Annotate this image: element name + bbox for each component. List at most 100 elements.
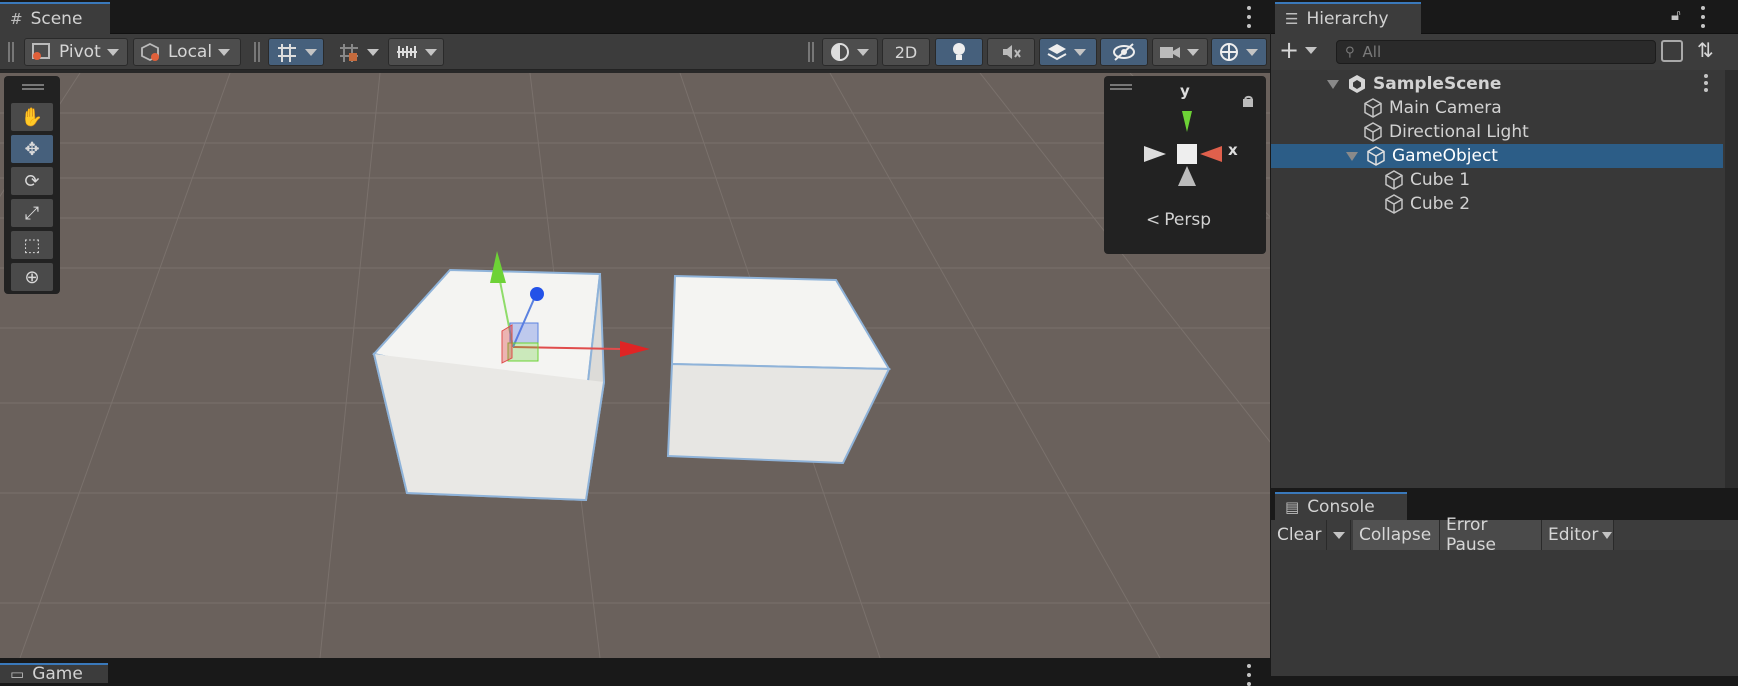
plus-icon: + bbox=[1279, 36, 1300, 64]
scale-icon: ⤢ bbox=[24, 202, 40, 224]
gizmo-neg-z-cone bbox=[1178, 166, 1196, 186]
scene-viewport[interactable] bbox=[0, 73, 1270, 658]
y-axis-arrow[interactable] bbox=[490, 251, 506, 283]
shading-mode-dropdown[interactable] bbox=[822, 38, 878, 66]
grid-snap-toggle[interactable] bbox=[268, 38, 324, 66]
move-tool-button[interactable]: ✥ bbox=[11, 135, 53, 163]
axis-y-label[interactable]: y bbox=[1180, 82, 1190, 100]
hierarchy-menu-icon[interactable] bbox=[1698, 6, 1708, 28]
move-arrows-icon: ✥ bbox=[24, 138, 40, 160]
rect-icon: ⬚ bbox=[23, 234, 41, 256]
create-button[interactable]: + bbox=[1279, 36, 1318, 64]
chevron-down-icon bbox=[857, 48, 869, 56]
gizmos-dropdown[interactable] bbox=[1211, 38, 1267, 66]
game-menu-icon[interactable] bbox=[1244, 664, 1254, 686]
xy-plane-handle[interactable] bbox=[509, 322, 539, 344]
lighting-toggle[interactable] bbox=[935, 38, 983, 66]
scale-tool-button[interactable]: ⤢ bbox=[11, 199, 53, 227]
console-log-area[interactable] bbox=[1271, 550, 1738, 676]
chevron-down-icon bbox=[305, 48, 317, 56]
scene-row-menu-icon[interactable] bbox=[1701, 74, 1711, 92]
tab-hierarchy[interactable]: ☰ Hierarchy bbox=[1275, 2, 1421, 34]
chevron-down-icon bbox=[1246, 48, 1258, 56]
fold-open-icon[interactable] bbox=[1327, 79, 1339, 89]
editor-dropdown[interactable]: Editor bbox=[1542, 520, 1614, 550]
search-mode-icon[interactable] bbox=[1661, 40, 1683, 62]
gameobject-cube-icon bbox=[1367, 146, 1385, 166]
tab-console[interactable]: ▤ Console bbox=[1275, 492, 1407, 520]
collapse-toggle[interactable]: Collapse bbox=[1353, 520, 1440, 550]
axis-x-label[interactable]: x bbox=[1228, 141, 1238, 159]
audio-toggle[interactable] bbox=[987, 38, 1035, 66]
z-axis-arrow[interactable] bbox=[530, 287, 544, 301]
toolbar-grip-icon[interactable] bbox=[808, 42, 814, 62]
search-placeholder: All bbox=[1362, 43, 1382, 61]
toolbar-grip-icon[interactable] bbox=[8, 42, 14, 62]
mode-2d-button[interactable]: 2D bbox=[882, 38, 930, 66]
snap-grid-icon bbox=[340, 44, 358, 62]
effects-dropdown[interactable] bbox=[1039, 38, 1097, 66]
hierarchy-item-label: Main Camera bbox=[1389, 98, 1502, 118]
ruler-toggle[interactable] bbox=[388, 38, 444, 66]
rotate-icon: ⟳ bbox=[24, 170, 40, 192]
local-dropdown[interactable]: Local bbox=[133, 38, 241, 66]
gameobject-cube-icon bbox=[1364, 122, 1382, 142]
hierarchy-item-label: Cube 1 bbox=[1410, 170, 1471, 190]
error-pause-label: Error Pause bbox=[1446, 515, 1496, 555]
toolbar-grip-icon[interactable] bbox=[254, 42, 260, 62]
camera-dropdown[interactable] bbox=[1152, 38, 1208, 66]
hierarchy-item-cube-2[interactable]: Cube 2 bbox=[1271, 192, 1723, 216]
hierarchy-item-directional-light[interactable]: Directional Light bbox=[1271, 120, 1723, 144]
gameobject-cube-icon bbox=[1385, 170, 1403, 190]
chevron-down-icon bbox=[1332, 531, 1345, 539]
gizmo-neg-x-cone bbox=[1144, 146, 1166, 162]
shading-sphere-icon bbox=[831, 43, 849, 61]
lock-icon[interactable]: 🔓︎ bbox=[1671, 6, 1681, 24]
cube-1-mesh[interactable] bbox=[372, 268, 606, 502]
hierarchy-item-cube-1[interactable]: Cube 1 bbox=[1271, 168, 1723, 192]
sort-icon[interactable]: ⇅ bbox=[1697, 38, 1714, 62]
pivot-dropdown[interactable]: Pivot bbox=[24, 38, 128, 66]
yz-plane-handle[interactable] bbox=[501, 324, 513, 364]
hierarchy-search-input[interactable]: ⚲ All bbox=[1336, 40, 1656, 64]
tab-game[interactable]: ▭ Game bbox=[0, 663, 108, 684]
hand-tool-button[interactable]: ✋ bbox=[11, 103, 53, 131]
scene-menu-icon[interactable] bbox=[1244, 6, 1254, 28]
transform-tool-button[interactable]: ⊕ bbox=[11, 263, 53, 291]
clear-options-dropdown[interactable] bbox=[1327, 520, 1351, 550]
orientation-gizmo[interactable]: y x < Persp bbox=[1104, 76, 1266, 254]
floor-grid bbox=[0, 73, 1270, 658]
cube-2-mesh[interactable] bbox=[666, 274, 891, 465]
x-axis-arrow[interactable] bbox=[620, 341, 650, 357]
scene-name: SampleScene bbox=[1373, 74, 1502, 94]
gizmo-y-cone bbox=[1182, 111, 1192, 132]
increment-snap-toggle[interactable] bbox=[330, 38, 386, 66]
hierarchy-item-gameobject[interactable]: GameObject bbox=[1271, 144, 1723, 168]
scene-toolbar: Pivot Local 2D bbox=[0, 34, 1270, 70]
persp-label: Persp bbox=[1164, 210, 1211, 230]
ruler-icon bbox=[397, 46, 417, 58]
rotate-tool-button[interactable]: ⟳ bbox=[11, 167, 53, 195]
local-cube-icon bbox=[141, 42, 159, 62]
projection-toggle[interactable]: < Persp bbox=[1146, 210, 1211, 230]
rect-tool-button[interactable]: ⬚ bbox=[11, 231, 53, 259]
game-tabbar: ▭ Game bbox=[0, 658, 1270, 686]
scene-root-row[interactable]: SampleScene bbox=[1271, 72, 1723, 96]
gamepad-icon: ▭ bbox=[10, 665, 25, 683]
hierarchy-item-label: Directional Light bbox=[1389, 122, 1529, 142]
palette-grip-icon[interactable] bbox=[22, 84, 44, 90]
hierarchy-scrollbar[interactable] bbox=[1725, 70, 1738, 488]
fold-open-icon[interactable] bbox=[1346, 151, 1358, 161]
gameobject-cube-icon bbox=[1385, 194, 1403, 214]
scene-render bbox=[0, 73, 1270, 658]
gizmo-center-cube bbox=[1177, 144, 1197, 164]
tab-game-label: Game bbox=[32, 664, 83, 684]
console-panel: ▤ Console Clear Collapse Error Pause Edi… bbox=[1271, 490, 1738, 676]
tab-scene[interactable]: # Scene bbox=[0, 2, 110, 34]
error-pause-toggle[interactable]: Error Pause bbox=[1440, 515, 1542, 555]
list-icon: ☰ bbox=[1285, 10, 1299, 28]
hierarchy-item-main-camera[interactable]: Main Camera bbox=[1271, 96, 1723, 120]
clear-button[interactable]: Clear bbox=[1271, 520, 1327, 550]
hidden-objects-toggle[interactable] bbox=[1100, 38, 1148, 66]
chevron-down-icon bbox=[1305, 46, 1318, 54]
